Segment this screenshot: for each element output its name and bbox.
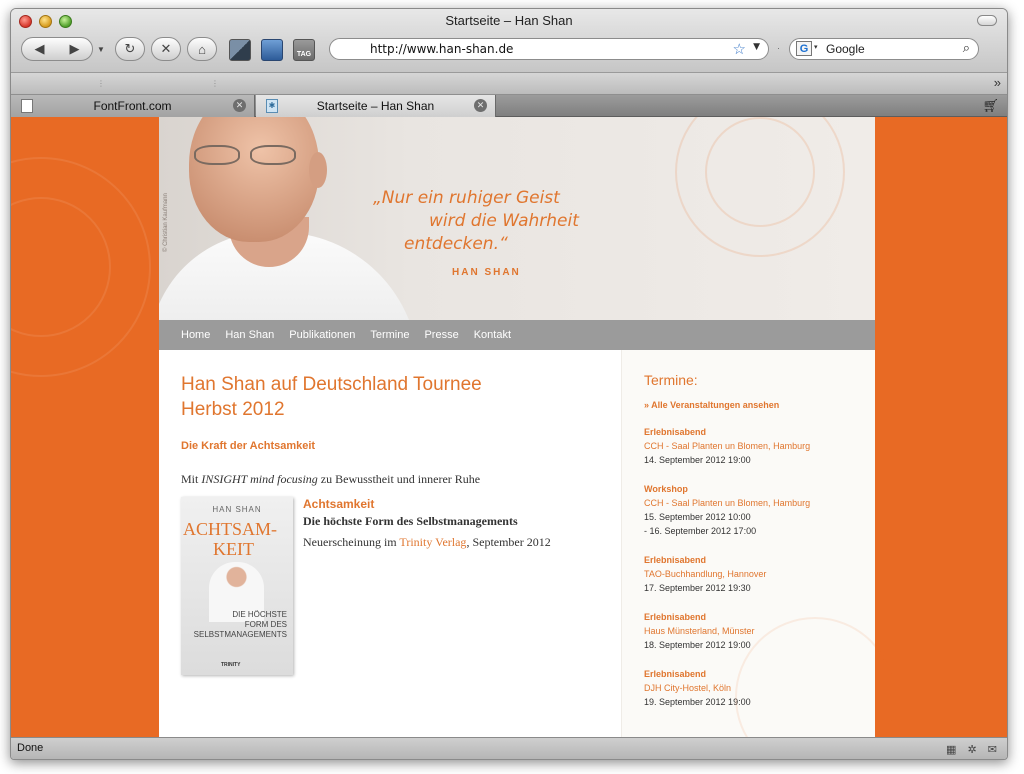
tab-label: FontFront.com (93, 99, 172, 113)
intro-text: Mit INSIGHT mind focusing zu Bewusstheit… (181, 472, 481, 486)
main-navigation: Home Han Shan Publikationen Termine Pres… (159, 320, 875, 350)
page-title: Han Shan auf Deutschland Tournee Herbst … (181, 374, 482, 420)
cover-title: ACHTSAM- KEIT (183, 519, 278, 559)
all-events-link[interactable]: » Alle Veranstaltungen ansehen (644, 400, 853, 410)
bookmark-separator: ⋮ (97, 79, 105, 88)
toolbar-toggle-button[interactable] (977, 15, 997, 26)
photo-credit: © Christian Kaufmann (163, 193, 169, 252)
reload-button[interactable]: ↻ (115, 37, 145, 61)
bookmark-separator: ⋮ (211, 79, 219, 88)
banner-ornament (705, 117, 815, 227)
status-icons[interactable]: ▦ ✲ ✉ (946, 743, 1001, 756)
close-tab-icon[interactable]: ✕ (233, 99, 246, 112)
event-location-link[interactable]: CCH - Saal Planten un Blomen, Hamburg (644, 496, 853, 510)
cover-subtitle: DIE HÖCHSTE FORM DES SELBSTMANAGEMENTS (193, 610, 287, 639)
bookmark-manager-icon[interactable] (261, 39, 283, 61)
tab-label: Startseite – Han Shan (316, 99, 435, 113)
quote-author: HAN SHAN (452, 267, 521, 278)
extension-icon[interactable] (229, 39, 251, 61)
tab-bar: FontFront.com ✕ ✱ Startseite – Han Shan … (11, 95, 1007, 117)
forward-button[interactable]: ▶ (57, 41, 92, 57)
event-item: Workshop CCH - Saal Planten un Blomen, H… (644, 482, 853, 538)
book-subtitle: Die höchste Form des Selbstmanagements (303, 514, 518, 528)
cart-icon[interactable]: 🛒︎ (982, 98, 999, 114)
quote-line: wird die Wahrheit (429, 211, 579, 231)
separator-dot: · (777, 43, 780, 53)
search-placeholder: Google (826, 42, 865, 56)
book-title-link[interactable]: Achtsamkeit (303, 497, 623, 511)
book-info: Achtsamkeit Die höchste Form des Selbstm… (303, 497, 623, 550)
url-text: http://www.han-shan.de (370, 42, 514, 56)
address-bar[interactable]: http://www.han-shan.de ☆ ▼ (329, 38, 769, 60)
web-viewport: © Christian Kaufmann „Nur ein ruhiger Ge… (11, 117, 1007, 737)
events-title: Termine: (644, 372, 698, 388)
back-button[interactable]: ◀ (22, 41, 57, 57)
glasses (194, 145, 309, 167)
nav-han-shan[interactable]: Han Shan (225, 329, 274, 341)
url-dropdown-icon[interactable]: ▼ (753, 42, 760, 52)
hero-quote: „Nur ein ruhiger Geist wird die Wahrheit… (369, 187, 669, 256)
page-content: © Christian Kaufmann „Nur ein ruhiger Ge… (159, 117, 895, 737)
bookmarks-overflow-button[interactable]: » (994, 75, 1001, 90)
nav-termine[interactable]: Termine (370, 329, 409, 341)
cover-publisher: TRINITY (221, 662, 241, 668)
event-type: Workshop (644, 484, 688, 494)
bookmarks-bar: ⋮ ⋮ » (11, 73, 1007, 95)
home-button[interactable]: ⌂ (187, 37, 217, 61)
event-location-link[interactable]: TAO-Buchhandlung, Hannover (644, 567, 853, 581)
event-type: Erlebnisabend (644, 555, 707, 565)
star-icon[interactable]: ☆ (733, 40, 746, 58)
book-release-note: Neuerscheinung im Trinity Verlag, Septem… (303, 535, 551, 549)
event-item: Erlebnisabend TAO-Buchhandlung, Hannover… (644, 553, 853, 595)
event-date: 17. September 2012 19:30 (644, 583, 751, 593)
event-type: Erlebnisabend (644, 427, 707, 437)
google-icon[interactable]: G (796, 41, 812, 56)
nav-presse[interactable]: Presse (424, 329, 458, 341)
hero-banner: © Christian Kaufmann „Nur ein ruhiger Ge… (159, 117, 875, 320)
event-date: 15. September 2012 10:00 (644, 512, 751, 522)
cover-author: HAN SHAN (212, 505, 262, 514)
nav-home[interactable]: Home (181, 329, 210, 341)
window-title: Startseite – Han Shan (445, 13, 573, 28)
tag-icon[interactable]: TAG (293, 39, 315, 61)
close-tab-icon[interactable]: ✕ (474, 99, 487, 112)
quote-line: „Nur ein ruhiger Geist (373, 188, 560, 208)
search-engine-dropdown-icon[interactable]: ▾ (814, 43, 818, 51)
events-sidebar: Termine: » Alle Veranstaltungen ansehen … (621, 350, 895, 737)
subheading: Die Kraft der Achtsamkeit (181, 440, 316, 452)
nav-kontakt[interactable]: Kontakt (474, 329, 511, 341)
tab-han-shan[interactable]: ✱ Startseite – Han Shan ✕ (256, 95, 496, 117)
history-dropdown[interactable]: ▼ (95, 37, 107, 61)
book-cover-image[interactable]: HAN SHAN ACHTSAM- KEIT DIE HÖCHSTE FORM … (181, 497, 293, 675)
search-input[interactable]: G ▾ Google ⌕ (789, 38, 979, 60)
title-bar: Startseite – Han Shan ◀ ▶ ▼ ↻ ✕ ⌂ TAG ht… (11, 9, 1007, 73)
event-location-link[interactable]: CCH - Saal Planten un Blomen, Hamburg (644, 439, 853, 453)
status-bar: Done ▦ ✲ ✉ (11, 737, 1007, 759)
quote-line: entdecken.“ (404, 234, 508, 254)
tab-fontfront[interactable]: FontFront.com ✕ (11, 95, 255, 117)
stop-button[interactable]: ✕ (151, 37, 181, 61)
event-date-end: - 16. September 2012 17:00 (644, 526, 757, 536)
event-date: 14. September 2012 19:00 (644, 455, 751, 465)
event-item: Erlebnisabend CCH - Saal Planten un Blom… (644, 425, 853, 467)
search-icon[interactable]: ⌕ (963, 40, 970, 56)
publisher-link[interactable]: Trinity Verlag (399, 535, 466, 549)
back-forward-buttons: ◀ ▶ (21, 37, 93, 61)
browser-window: Startseite – Han Shan ◀ ▶ ▼ ↻ ✕ ⌂ TAG ht… (10, 8, 1008, 760)
main-column: Han Shan auf Deutschland Tournee Herbst … (181, 350, 621, 675)
status-text: Done (17, 742, 44, 754)
nav-publikationen[interactable]: Publikationen (289, 329, 355, 341)
